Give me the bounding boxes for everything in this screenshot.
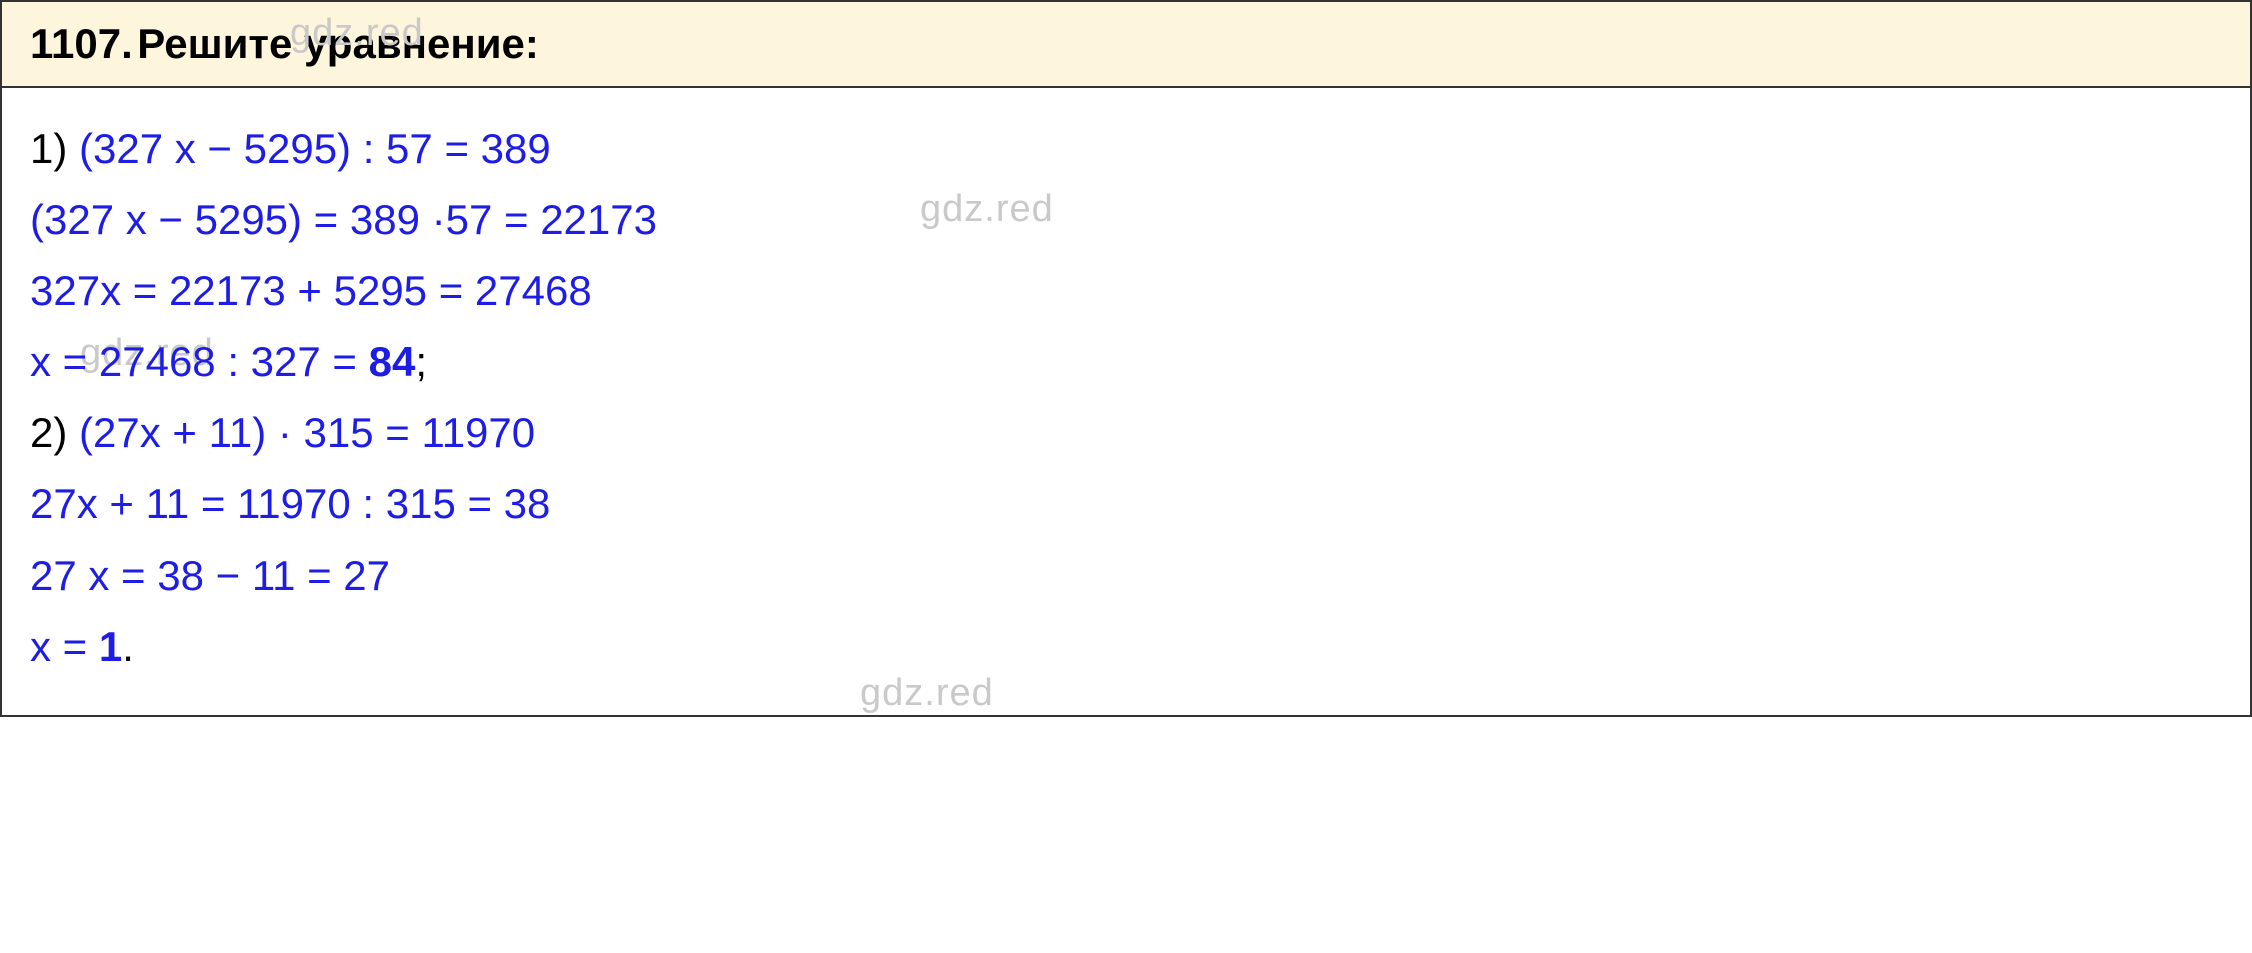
document-container: 1107. Решите уравнение: 1) (327 x − 5295… xyxy=(0,0,2252,717)
step-text: x = 27468 : 327 = xyxy=(30,338,369,385)
step-text: 27 x = 38 − 11 = 27 xyxy=(30,552,390,599)
step-text: 327x = 22173 + 5295 = 27468 xyxy=(30,267,592,314)
solution-step: x = 1. xyxy=(30,614,2222,679)
solution-line: 1) (327 x − 5295) : 57 = 389 xyxy=(30,116,2222,181)
step-text: x = xyxy=(30,623,99,670)
step-text: 27x + 11 = 11970 : 315 = 38 xyxy=(30,480,550,527)
trailing-punct: ; xyxy=(415,338,427,385)
solution-step: 327x = 22173 + 5295 = 27468 xyxy=(30,258,2222,323)
solution-step: 27 x = 38 − 11 = 27 xyxy=(30,543,2222,608)
equation: (327 x − 5295) : 57 = 389 xyxy=(79,125,551,172)
solution-step: 27x + 11 = 11970 : 315 = 38 xyxy=(30,471,2222,536)
item-number: 2) xyxy=(30,409,67,456)
problem-header: 1107. Решите уравнение: xyxy=(2,2,2250,88)
problem-title: Решите уравнение: xyxy=(137,20,539,67)
problem-number: 1107. xyxy=(30,20,133,67)
solution-content: 1) (327 x − 5295) : 57 = 389 (327 x − 52… xyxy=(2,88,2250,715)
item-number: 1) xyxy=(30,125,67,172)
step-text: (327 x − 5295) = 389 ·57 = 22173 xyxy=(30,196,657,243)
solution-line: 2) (27x + 11) · 315 = 11970 xyxy=(30,400,2222,465)
solution-step: x = 27468 : 327 = 84; xyxy=(30,329,2222,394)
answer: 1 xyxy=(99,623,122,670)
solution-step: (327 x − 5295) = 389 ·57 = 22173 xyxy=(30,187,2222,252)
answer: 84 xyxy=(369,338,416,385)
trailing-punct: . xyxy=(122,623,134,670)
equation: (27x + 11) · 315 = 11970 xyxy=(79,409,535,456)
